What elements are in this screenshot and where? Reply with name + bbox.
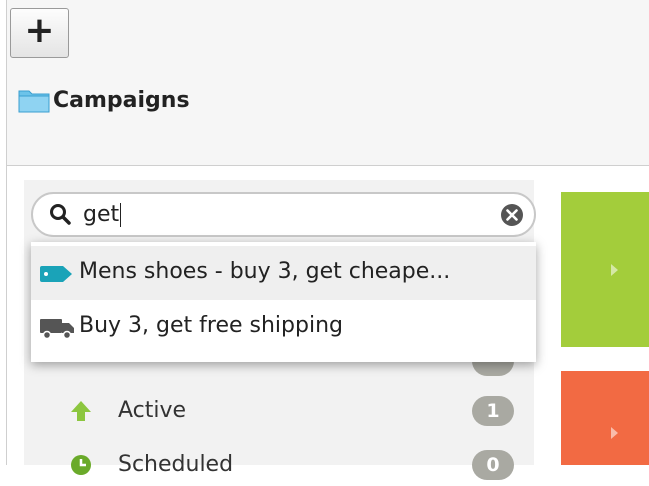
- search-icon: [50, 204, 71, 225]
- suggestion-label: Mens shoes - buy 3, get cheape...: [79, 259, 451, 284]
- suggestion-item[interactable]: Buy 3, get free shipping: [31, 300, 536, 354]
- arrow-up-icon: [71, 401, 91, 421]
- expand-arrow-icon: [611, 264, 618, 276]
- search-suggestions: Mens shoes - buy 3, get cheape... Buy 3,…: [31, 242, 536, 362]
- expand-arrow-icon: [611, 427, 618, 439]
- add-button[interactable]: +: [10, 8, 69, 58]
- clock-icon: [71, 455, 91, 475]
- truck-icon: [40, 319, 74, 340]
- status-count: 0: [472, 450, 514, 480]
- tag-icon: [40, 266, 72, 282]
- status-row-scheduled[interactable]: Scheduled 0: [24, 442, 534, 486]
- campaign-tile[interactable]: [561, 371, 649, 465]
- campaign-tile[interactable]: [561, 192, 649, 347]
- search-input[interactable]: get: [31, 192, 536, 237]
- status-row-active[interactable]: Active 1: [24, 388, 534, 432]
- clear-icon[interactable]: [500, 203, 524, 227]
- header-bar: + Campaigns: [6, 0, 649, 166]
- search-query: get: [83, 202, 122, 227]
- status-count: 1: [472, 396, 514, 426]
- suggestion-label: Buy 3, get free shipping: [79, 313, 343, 338]
- folder-icon: [18, 90, 50, 113]
- breadcrumb[interactable]: Campaigns: [18, 85, 190, 115]
- breadcrumb-label: Campaigns: [53, 87, 190, 113]
- status-label: Active: [118, 398, 187, 423]
- suggestion-item[interactable]: Mens shoes - buy 3, get cheape...: [31, 246, 536, 300]
